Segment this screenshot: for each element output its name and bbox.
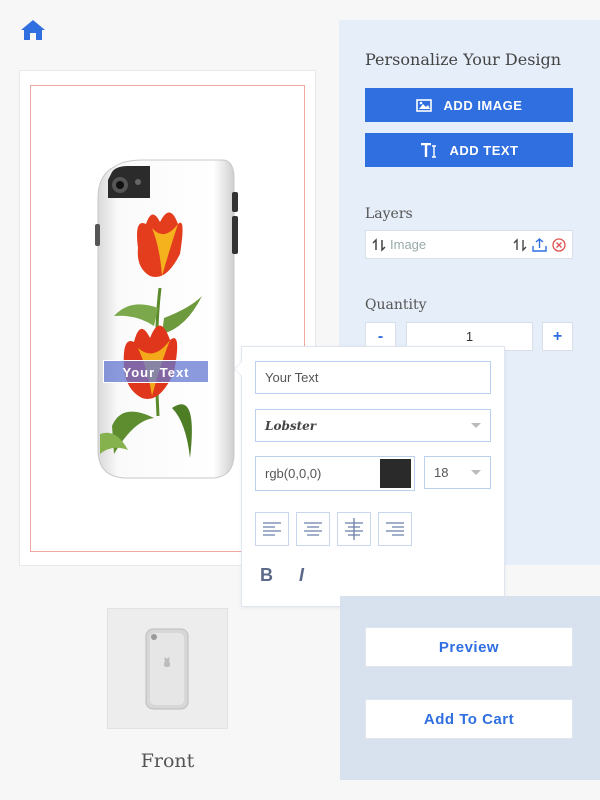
view-label-front: Front [140, 750, 195, 772]
swap-icon[interactable] [513, 237, 527, 252]
canvas-text-layer[interactable]: Your Text [103, 360, 209, 383]
home-icon[interactable] [20, 18, 46, 42]
add-image-button[interactable]: ADD IMAGE [365, 88, 573, 122]
add-text-label: ADD TEXT [449, 142, 519, 158]
align-vertical-center-button[interactable] [337, 512, 371, 546]
font-select[interactable]: Lobster [255, 409, 491, 442]
add-text-button[interactable]: ADD TEXT [365, 133, 573, 167]
add-image-label: ADD IMAGE [443, 97, 523, 113]
align-right-button[interactable] [378, 512, 412, 546]
text-input[interactable]: Your Text [255, 361, 491, 394]
phone-thumbnail [145, 628, 189, 710]
popover-arrow [234, 361, 242, 377]
layer-item[interactable]: Image [365, 230, 573, 259]
italic-button[interactable]: I [299, 565, 304, 586]
layer-item-label: Image [390, 237, 427, 252]
phone-case-preview [95, 159, 238, 479]
color-field[interactable]: rgb(0,0,0) [255, 456, 415, 491]
reorder-icon[interactable] [372, 237, 386, 252]
view-thumbnail-front[interactable] [107, 608, 228, 729]
align-left-icon [263, 522, 281, 536]
align-center-icon [304, 522, 322, 536]
quantity-increase-button[interactable]: + [542, 322, 573, 351]
color-swatch[interactable] [380, 459, 411, 488]
bold-button[interactable]: B [260, 565, 273, 586]
panel-title: Personalize Your Design [365, 50, 562, 69]
text-editor-popover: Your Text Lobster rgb(0,0,0) 18 B I [234, 346, 505, 607]
chevron-down-icon [471, 470, 481, 475]
font-size-select[interactable]: 18 [424, 456, 491, 489]
image-icon [415, 98, 432, 112]
delete-icon[interactable] [552, 237, 566, 252]
font-select-value: Lobster [265, 418, 317, 433]
text-icon [420, 142, 438, 158]
upload-icon[interactable] [532, 237, 547, 252]
actions-panel: Preview Add To Cart [340, 596, 600, 780]
align-left-button[interactable] [255, 512, 289, 546]
add-to-cart-button[interactable]: Add To Cart [365, 699, 573, 739]
color-value: rgb(0,0,0) [265, 466, 322, 481]
layers-label: Layers [365, 206, 413, 222]
align-center-button[interactable] [296, 512, 330, 546]
chevron-down-icon [471, 423, 481, 428]
font-size-value: 18 [434, 465, 449, 480]
align-right-icon [386, 522, 404, 536]
align-vertical-center-icon [345, 518, 363, 540]
preview-button[interactable]: Preview [365, 627, 573, 667]
quantity-label: Quantity [365, 297, 427, 313]
